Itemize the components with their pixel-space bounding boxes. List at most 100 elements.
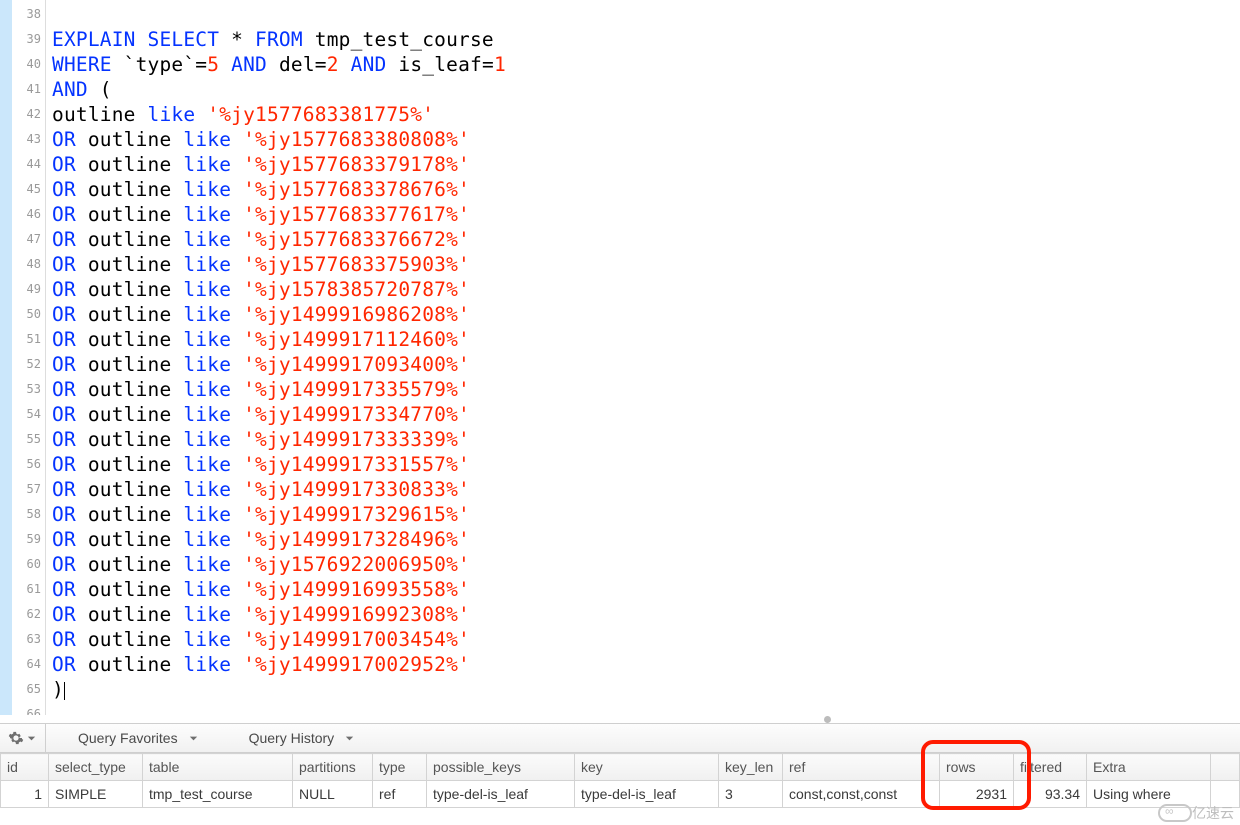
code-line[interactable]: OR outline like '%jy1577683378676%' bbox=[52, 177, 1240, 202]
line-number: 54 bbox=[12, 402, 45, 427]
code-line[interactable]: OR outline like '%jy1499917335579%' bbox=[52, 377, 1240, 402]
table-row[interactable]: 1SIMPLEtmp_test_courseNULLreftype-del-is… bbox=[1, 781, 1240, 808]
code-line[interactable]: OR outline like '%jy1499917328496%' bbox=[52, 527, 1240, 552]
code-line[interactable]: OR outline like '%jy1577683376672%' bbox=[52, 227, 1240, 252]
code-line[interactable]: AND ( bbox=[52, 77, 1240, 102]
line-number: 55 bbox=[12, 427, 45, 452]
line-number: 53 bbox=[12, 377, 45, 402]
code-line[interactable] bbox=[52, 702, 1240, 715]
cell-extra[interactable]: Using where bbox=[1087, 781, 1211, 808]
column-header[interactable]: type bbox=[373, 754, 427, 781]
query-history-label: Query History bbox=[249, 730, 335, 746]
query-toolbar: Query Favorites Query History bbox=[0, 723, 1240, 753]
cell-key_len[interactable]: 3 bbox=[719, 781, 783, 808]
code-line[interactable]: ) bbox=[52, 677, 1240, 702]
line-number: 42 bbox=[12, 102, 45, 127]
code-line[interactable]: OR outline like '%jy1577683379178%' bbox=[52, 152, 1240, 177]
line-number: 50 bbox=[12, 302, 45, 327]
column-header[interactable]: filtered bbox=[1014, 754, 1087, 781]
column-header[interactable]: key_len bbox=[719, 754, 783, 781]
code-line[interactable]: OR outline like '%jy1499917334770%' bbox=[52, 402, 1240, 427]
code-line[interactable]: OR outline like '%jy1577683377617%' bbox=[52, 202, 1240, 227]
code-line[interactable] bbox=[52, 2, 1240, 27]
code-line[interactable]: OR outline like '%jy1577683380808%' bbox=[52, 127, 1240, 152]
code-line[interactable]: OR outline like '%jy1499917112460%' bbox=[52, 327, 1240, 352]
line-number: 58 bbox=[12, 502, 45, 527]
horizontal-scroll-indicator bbox=[0, 715, 1240, 723]
cell-blank bbox=[1211, 781, 1240, 808]
settings-menu-button[interactable] bbox=[0, 724, 46, 752]
query-history-button[interactable]: Query History bbox=[217, 730, 374, 746]
line-number: 51 bbox=[12, 327, 45, 352]
line-number: 41 bbox=[12, 77, 45, 102]
query-favorites-label: Query Favorites bbox=[78, 730, 178, 746]
result-pane: idselect_typetablepartitionstypepossible… bbox=[0, 753, 1240, 808]
column-header[interactable]: rows bbox=[940, 754, 1014, 781]
code-line[interactable]: OR outline like '%jy1499917003454%' bbox=[52, 627, 1240, 652]
line-number: 52 bbox=[12, 352, 45, 377]
sql-editor[interactable]: 3839404142434445464748495051525354555657… bbox=[0, 0, 1240, 715]
column-header[interactable]: select_type bbox=[49, 754, 143, 781]
column-header[interactable]: possible_keys bbox=[427, 754, 575, 781]
chevron-down-icon bbox=[188, 733, 199, 744]
line-number: 60 bbox=[12, 552, 45, 577]
line-number: 46 bbox=[12, 202, 45, 227]
column-header[interactable]: partitions bbox=[293, 754, 373, 781]
cell-key[interactable]: type-del-is_leaf bbox=[575, 781, 719, 808]
line-number: 48 bbox=[12, 252, 45, 277]
column-header[interactable]: ref bbox=[783, 754, 940, 781]
cell-id[interactable]: 1 bbox=[1, 781, 49, 808]
line-number: 61 bbox=[12, 577, 45, 602]
code-line[interactable]: OR outline like '%jy1499917330833%' bbox=[52, 477, 1240, 502]
column-header[interactable]: table bbox=[143, 754, 293, 781]
code-line[interactable]: OR outline like '%jy1499916986208%' bbox=[52, 302, 1240, 327]
line-number: 65 bbox=[12, 677, 45, 702]
text-cursor bbox=[64, 682, 65, 700]
code-line[interactable]: OR outline like '%jy1499916993558%' bbox=[52, 577, 1240, 602]
query-favorites-button[interactable]: Query Favorites bbox=[46, 730, 217, 746]
editor-margin bbox=[0, 0, 12, 715]
column-header-blank bbox=[1211, 754, 1240, 781]
line-number: 39 bbox=[12, 27, 45, 52]
cell-filtered[interactable]: 93.34 bbox=[1014, 781, 1087, 808]
code-line[interactable]: OR outline like '%jy1499917002952%' bbox=[52, 652, 1240, 677]
column-header[interactable]: key bbox=[575, 754, 719, 781]
line-number: 59 bbox=[12, 527, 45, 552]
code-line[interactable]: WHERE `type`=5 AND del=2 AND is_leaf=1 bbox=[52, 52, 1240, 77]
cell-rows[interactable]: 2931 bbox=[940, 781, 1014, 808]
line-number: 62 bbox=[12, 602, 45, 627]
line-number: 56 bbox=[12, 452, 45, 477]
code-line[interactable]: OR outline like '%jy1499917329615%' bbox=[52, 502, 1240, 527]
cell-type[interactable]: ref bbox=[373, 781, 427, 808]
code-line[interactable]: OR outline like '%jy1577683375903%' bbox=[52, 252, 1240, 277]
table-header-row: idselect_typetablepartitionstypepossible… bbox=[1, 754, 1240, 781]
chevron-down-icon bbox=[26, 733, 37, 744]
code-line[interactable]: outline like '%jy1577683381775%' bbox=[52, 102, 1240, 127]
cell-select_type[interactable]: SIMPLE bbox=[49, 781, 143, 808]
line-number: 49 bbox=[12, 277, 45, 302]
cell-table[interactable]: tmp_test_course bbox=[143, 781, 293, 808]
code-line[interactable]: OR outline like '%jy1578385720787%' bbox=[52, 277, 1240, 302]
line-number: 44 bbox=[12, 152, 45, 177]
line-number: 45 bbox=[12, 177, 45, 202]
code-line[interactable]: EXPLAIN SELECT * FROM tmp_test_course bbox=[52, 27, 1240, 52]
gear-icon bbox=[8, 730, 24, 746]
line-number-gutter: 3839404142434445464748495051525354555657… bbox=[12, 0, 46, 715]
explain-result-table[interactable]: idselect_typetablepartitionstypepossible… bbox=[0, 753, 1240, 808]
chevron-down-icon bbox=[344, 733, 355, 744]
code-line[interactable]: OR outline like '%jy1499916992308%' bbox=[52, 602, 1240, 627]
code-line[interactable]: OR outline like '%jy1499917093400%' bbox=[52, 352, 1240, 377]
code-content[interactable]: EXPLAIN SELECT * FROM tmp_test_courseWHE… bbox=[46, 0, 1240, 715]
code-line[interactable]: OR outline like '%jy1499917331557%' bbox=[52, 452, 1240, 477]
line-number: 40 bbox=[12, 52, 45, 77]
scroll-thumb-dot[interactable] bbox=[824, 716, 831, 723]
cell-ref[interactable]: const,const,const bbox=[783, 781, 940, 808]
column-header[interactable]: id bbox=[1, 754, 49, 781]
column-header[interactable]: Extra bbox=[1087, 754, 1211, 781]
code-line[interactable]: OR outline like '%jy1576922006950%' bbox=[52, 552, 1240, 577]
code-line[interactable]: OR outline like '%jy1499917333339%' bbox=[52, 427, 1240, 452]
cell-possible_keys[interactable]: type-del-is_leaf bbox=[427, 781, 575, 808]
line-number: 64 bbox=[12, 652, 45, 677]
cell-partitions[interactable]: NULL bbox=[293, 781, 373, 808]
line-number: 43 bbox=[12, 127, 45, 152]
